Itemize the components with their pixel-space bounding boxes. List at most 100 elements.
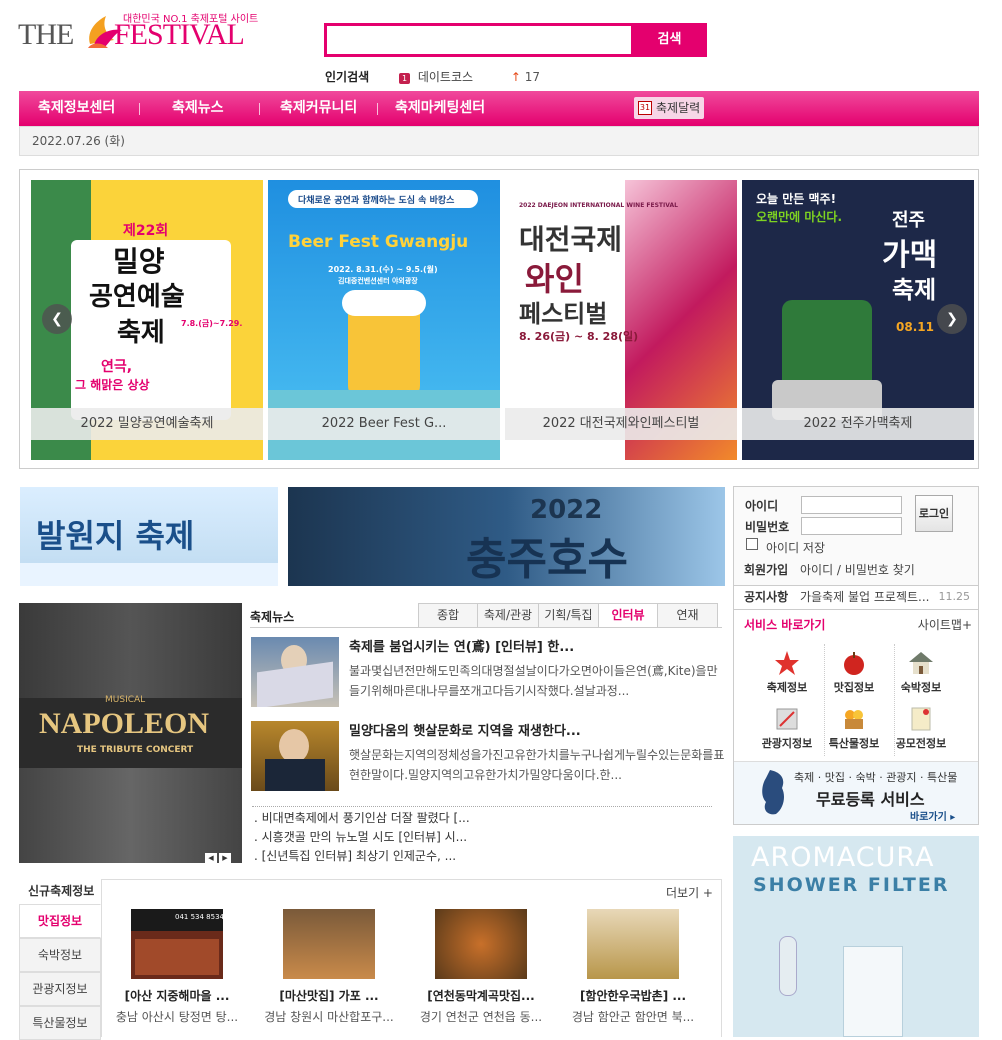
nav-marketing[interactable]: 축제마케팅센터 — [395, 91, 485, 126]
popular-label: 인기검색 — [325, 70, 370, 84]
festival-card-4[interactable]: [함안한우국밥촌] ... 경남 함안군 함안면 북... — [560, 909, 706, 1025]
id-label: 아이디 — [745, 499, 779, 513]
news-image-sub: THE TRIBUTE CONCERT — [77, 745, 194, 755]
free-go-link[interactable]: 바로가기 ▸ — [910, 808, 955, 823]
festival-card-2-title[interactable]: [마산맛집] 가포 ... — [256, 987, 402, 1004]
news-feature-image[interactable]: MUSICAL NAPOLEON THE TRIBUTE CONCERT ◀ ▶ — [19, 603, 242, 863]
service-title: 서비스 바로가기 — [744, 618, 826, 632]
ad-line1: AROMACURA — [751, 842, 935, 873]
banner-chungju-lake[interactable]: 2022 충주호수 — [288, 487, 725, 586]
sitemap-link[interactable]: 사이트맵+ — [918, 616, 972, 633]
news-story-2-thumb — [251, 721, 339, 791]
side-tab-restaurant[interactable]: 맛집정보 — [19, 904, 101, 938]
id-input[interactable] — [801, 496, 902, 514]
news-image-musical: MUSICAL — [105, 695, 146, 705]
search-input[interactable] — [324, 23, 634, 57]
news-heading: 축제뉴스 — [250, 610, 295, 624]
more-link[interactable]: 더보기 + — [666, 884, 713, 901]
poster4-l2: 가맥 — [882, 238, 938, 273]
popular-search: 인기검색 1 데이트코스 ↑ 17 — [325, 68, 540, 85]
slider-caption-3: 2022 대전국제와인페스티벌 — [505, 408, 737, 440]
festival-card-2[interactable]: [마산맛집] 가포 ... 경남 창원시 마산합포구... — [256, 909, 402, 1025]
poster3-top: 2022 DAEJEON INTERNATIONAL WINE FESTIVAL — [519, 202, 678, 209]
slider-prev-button[interactable]: ❮ — [42, 304, 72, 334]
news-bullet-3[interactable]: . [신년특집 인터뷰] 최상기 인제군수, ... — [254, 847, 456, 864]
side-tab-tour[interactable]: 관광지정보 — [19, 972, 101, 1006]
notice-link[interactable]: 가을축제 불업 프로젝트... — [800, 590, 929, 604]
service-festival[interactable]: 축제정보 — [752, 650, 822, 695]
news-story-2-title[interactable]: 밀양다움의 햇살문화로 지역을 재생한다... — [349, 720, 581, 739]
festival-card-1-title[interactable]: [아산 지중해마을 ... — [104, 987, 250, 1004]
news-next-icon[interactable]: ▶ — [219, 853, 231, 863]
free-big-text: 무료등록 서비스 — [816, 790, 925, 809]
slider-caption-1: 2022 밀양공연예술축제 — [31, 408, 263, 440]
free-small-text: 축제 · 맛집 · 숙박 · 관광지 · 특산물 — [794, 771, 958, 784]
poster2-top: 다채로운 공연과 함께하는 도심 속 바캉스 — [298, 196, 455, 206]
service-tour[interactable]: 관광지정보 — [752, 706, 822, 751]
calendar-icon: 31 — [638, 101, 652, 115]
nav-festival-info[interactable]: 축제정보센터 — [38, 91, 115, 126]
side-tab-specialty[interactable]: 특산물정보 — [19, 1006, 101, 1040]
service-restaurant[interactable]: 맛집정보 — [819, 650, 889, 695]
star-icon — [775, 651, 799, 675]
notice-date: 11.25 — [938, 590, 971, 603]
nav-community[interactable]: 축제커뮤니티 — [280, 91, 357, 126]
poster1-sub: 연극, — [101, 359, 133, 375]
tab-festival-tour[interactable]: 축제/관광 — [477, 603, 539, 628]
side-tab-lodging[interactable]: 숙박정보 — [19, 938, 101, 972]
festival-card-3[interactable]: [연천동막계곡맛집... 경기 연천군 연천읍 동... — [408, 909, 554, 1025]
popular-count: 17 — [524, 70, 541, 84]
poster2-dates: 2022. 8.31.(수) ~ 9.5.(월) — [328, 265, 438, 274]
poster1-line1: 제22회 — [123, 223, 169, 239]
join-link[interactable]: 회원가입 — [744, 563, 788, 577]
site-logo[interactable]: 대한민국 NO.1 축제포털 사이트 THE FESTIVAL — [18, 10, 258, 60]
tab-special[interactable]: 기획/특집 — [538, 603, 599, 628]
news-divider — [252, 806, 712, 807]
poster4-l1: 전주 — [892, 210, 926, 231]
tab-general[interactable]: 종합 — [418, 603, 478, 628]
free-registration-banner[interactable]: 축제 · 맛집 · 숙박 · 관광지 · 특산물 무료등록 서비스 바로가기 ▸ — [734, 761, 978, 824]
news-story-1-title[interactable]: 축제를 붐업시키는 연(鳶) [인터뷰] 한... — [349, 636, 574, 655]
logo-festival: FESTIVAL — [114, 18, 245, 51]
rank-up-arrow-icon: ↑ — [510, 70, 521, 84]
login-button[interactable]: 로그인 — [915, 495, 953, 532]
service-tour-label: 관광지정보 — [761, 737, 813, 750]
banner-right-year: 2022 — [530, 495, 603, 525]
festival-card-3-image — [435, 909, 527, 979]
popular-keyword-link[interactable]: 데이트코스 — [418, 70, 473, 84]
nav-divider — [139, 103, 140, 115]
find-account-link[interactable]: 아이디 / 비밀번호 찾기 — [800, 563, 915, 577]
slider-poster-3[interactable]: 2022 DAEJEON INTERNATIONAL WINE FESTIVAL… — [505, 180, 737, 460]
festival-card-1[interactable]: 041 534 8534 [아산 지중해마을 ... 충남 아산시 탕정면 탕.… — [104, 909, 250, 1025]
festival-card-3-title[interactable]: [연천동막계곡맛집... — [408, 987, 554, 1004]
festival-card-4-title[interactable]: [함안한우국밥촌] ... — [560, 987, 706, 1004]
banner-left-text: 발원지 축제 — [36, 517, 195, 555]
service-specialty[interactable]: 특산물정보 — [819, 706, 889, 751]
fruit-basket-icon — [845, 710, 863, 729]
save-id-checkbox[interactable] — [746, 538, 758, 550]
banner-source-festival[interactable]: 발원지 축제 — [20, 487, 278, 586]
news-story-1[interactable]: 축제를 붐업시키는 연(鳶) [인터뷰] 한... 불과몇십년전만해도민족의대명… — [251, 637, 731, 707]
tab-series[interactable]: 연재 — [657, 603, 718, 628]
calendar-label: 축제달력 — [656, 101, 701, 115]
festival-slider: 제22회 밀양 공연예술 축제 7.8.(금)~7.29. 연극, 그 해맑은 … — [19, 169, 979, 469]
news-image-title: NAPOLEON — [39, 707, 210, 740]
service-contest-label: 공모전정보 — [895, 737, 947, 750]
news-prev-icon[interactable]: ◀ — [205, 853, 217, 863]
password-input[interactable] — [801, 517, 902, 535]
tab-interview[interactable]: 인터뷰 — [598, 603, 658, 628]
slider-poster-2[interactable]: 다채로운 공연과 함께하는 도심 속 바캉스 Beer Fest Gwangju… — [268, 180, 500, 460]
news-bullet-2[interactable]: . 시흥갯골 만의 뉴노멀 시도 [인터뷰] 시... — [254, 828, 467, 845]
service-contest[interactable]: 공모전정보 — [886, 706, 956, 751]
service-lodging[interactable]: 숙박정보 — [886, 650, 956, 695]
news-bullet-1[interactable]: . 비대면축제에서 풍기인삼 더잘 팔렸다 [... — [254, 809, 470, 826]
ad-banner-aromacura[interactable]: AROMACURA SHOWER FILTER — [733, 836, 979, 1037]
search-button[interactable]: 검색 — [632, 23, 707, 57]
korea-map-icon — [762, 770, 784, 815]
pw-label: 비밀번호 — [745, 520, 790, 534]
poster1-line3: 공연예술 — [89, 282, 185, 312]
festival-calendar-button[interactable]: 31 축제달력 — [634, 97, 704, 119]
slider-next-button[interactable]: ❯ — [937, 304, 967, 334]
nav-festival-news[interactable]: 축제뉴스 — [172, 91, 224, 126]
news-story-2[interactable]: 밀양다움의 햇살문화로 지역을 재생한다... 햇살문화는지역의정체성을가진고유… — [251, 721, 731, 791]
